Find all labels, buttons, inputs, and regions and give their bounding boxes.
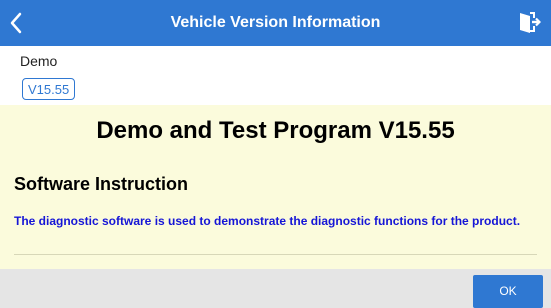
- instruction-content: Demo and Test Program V15.55 Software In…: [0, 105, 551, 269]
- divider: [14, 254, 537, 255]
- section-title: Software Instruction: [14, 174, 189, 194]
- version-badge[interactable]: V15.55: [22, 78, 76, 100]
- footer-bar: OK: [0, 269, 551, 308]
- instruction-text: The diagnostic software is used to demon…: [14, 214, 521, 228]
- program-title: Demo and Test Program V15.55: [96, 117, 455, 144]
- page-title: Vehicle Version Information: [170, 14, 381, 31]
- ok-button[interactable]: OK: [473, 275, 543, 308]
- chevron-left-icon: [10, 12, 22, 34]
- exit-icon: [520, 12, 541, 33]
- exit-button[interactable]: [507, 0, 551, 46]
- title-bar: Vehicle Version Information: [0, 0, 551, 46]
- back-button[interactable]: [0, 0, 40, 46]
- version-panel: Demo V15.55: [0, 46, 551, 105]
- vehicle-name: Demo: [20, 53, 58, 69]
